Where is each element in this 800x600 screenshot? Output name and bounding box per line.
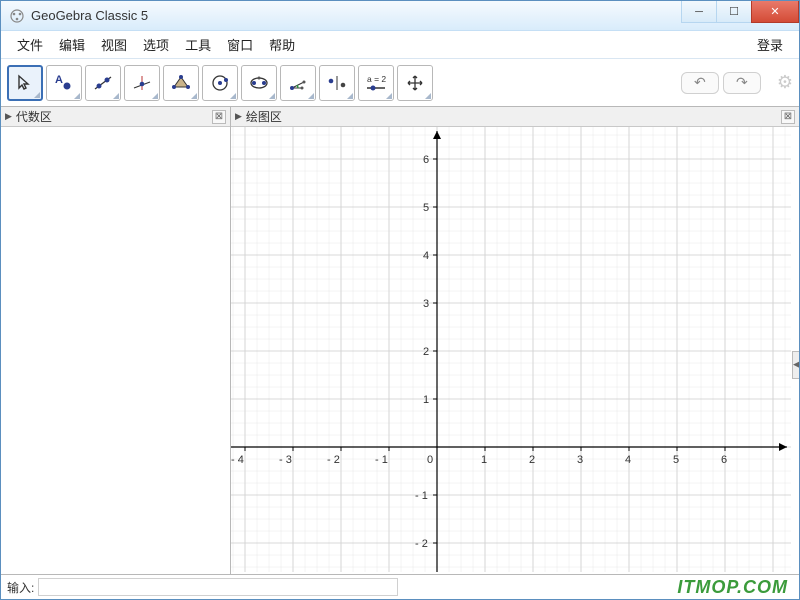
svg-text:- 1: - 1	[375, 454, 388, 466]
maximize-button[interactable]: ☐	[716, 1, 752, 23]
svg-text:- 1: - 1	[415, 490, 428, 502]
tool-slider[interactable]: a = 2	[358, 65, 394, 101]
svg-text:6: 6	[721, 454, 727, 466]
svg-text:a = 2: a = 2	[367, 74, 386, 84]
menu-edit[interactable]: 编辑	[51, 32, 93, 57]
settings-icon[interactable]: ⚙	[777, 72, 793, 93]
algebra-title: 代数区	[16, 108, 52, 125]
svg-text:1: 1	[481, 454, 487, 466]
menu-window[interactable]: 窗口	[219, 32, 261, 57]
watermark: ITMOP.COM	[677, 577, 788, 598]
toolbar: A a = 2 ↶ ↷ ⚙	[1, 59, 799, 107]
tool-circle[interactable]	[202, 65, 238, 101]
input-label: 输入:	[7, 579, 34, 596]
svg-text:2: 2	[529, 454, 535, 466]
svg-text:1: 1	[423, 394, 429, 406]
svg-text:4: 4	[423, 250, 429, 262]
algebra-panel: ▶ 代数区 ⊠	[1, 107, 231, 574]
svg-text:6: 6	[423, 154, 429, 166]
svg-text:4: 4	[625, 454, 631, 466]
graphics-close-icon[interactable]: ⊠	[781, 110, 795, 124]
svg-text:- 4: - 4	[231, 454, 244, 466]
svg-text:- 3: - 3	[279, 454, 292, 466]
side-handle[interactable]: ◀	[792, 351, 799, 379]
title-bar: GeoGebra Classic 5 ─ ☐ ✕	[1, 1, 799, 31]
graphics-title: 绘图区	[246, 108, 282, 125]
algebra-close-icon[interactable]: ⊠	[212, 110, 226, 124]
algebra-header[interactable]: ▶ 代数区 ⊠	[1, 107, 230, 127]
menu-file[interactable]: 文件	[9, 32, 51, 57]
svg-text:A: A	[55, 74, 63, 86]
collapse-icon[interactable]: ▶	[5, 111, 12, 122]
svg-text:2: 2	[423, 346, 429, 358]
algebra-body[interactable]	[1, 127, 230, 574]
menu-options[interactable]: 选项	[135, 32, 177, 57]
tool-pointer[interactable]	[7, 65, 43, 101]
svg-text:0: 0	[427, 454, 433, 466]
tool-move-view[interactable]	[397, 65, 433, 101]
svg-text:5: 5	[673, 454, 679, 466]
svg-text:3: 3	[577, 454, 583, 466]
svg-text:- 2: - 2	[415, 538, 428, 550]
tool-angle[interactable]	[280, 65, 316, 101]
menu-view[interactable]: 视图	[93, 32, 135, 57]
menu-tools[interactable]: 工具	[177, 32, 219, 57]
tool-perpendicular[interactable]	[124, 65, 160, 101]
graphics-header[interactable]: ▶ 绘图区 ⊠	[231, 107, 799, 127]
menu-bar: 文件 编辑 视图 选项 工具 窗口 帮助 登录	[1, 31, 799, 59]
close-button[interactable]: ✕	[751, 1, 799, 23]
minimize-button[interactable]: ─	[681, 1, 717, 23]
tool-point[interactable]: A	[46, 65, 82, 101]
graphics-panel: ▶ 绘图区 ⊠ - 4 - 3 - 2 - 1 0 1 2 3 4 5 6 - 2 - 1 1 2 3 4 5 6 …	[231, 107, 799, 574]
login-link[interactable]: 登录	[749, 32, 791, 57]
undo-button[interactable]: ↶	[681, 72, 719, 94]
svg-text:3: 3	[423, 298, 429, 310]
tool-reflect[interactable]	[319, 65, 355, 101]
tool-line[interactable]	[85, 65, 121, 101]
redo-button[interactable]: ↷	[723, 72, 761, 94]
tool-ellipse[interactable]	[241, 65, 277, 101]
menu-help[interactable]: 帮助	[261, 32, 303, 57]
tool-polygon[interactable]	[163, 65, 199, 101]
svg-text:5: 5	[423, 202, 429, 214]
input-field[interactable]	[38, 578, 398, 596]
collapse-icon[interactable]: ▶	[235, 111, 242, 122]
svg-text:- 2: - 2	[327, 454, 340, 466]
graphics-canvas[interactable]: - 4 - 3 - 2 - 1 0 1 2 3 4 5 6 - 2 - 1 1 2 3 4 5 6 ◀	[231, 127, 799, 574]
app-icon	[9, 8, 25, 24]
window-title: GeoGebra Classic 5	[31, 8, 682, 23]
